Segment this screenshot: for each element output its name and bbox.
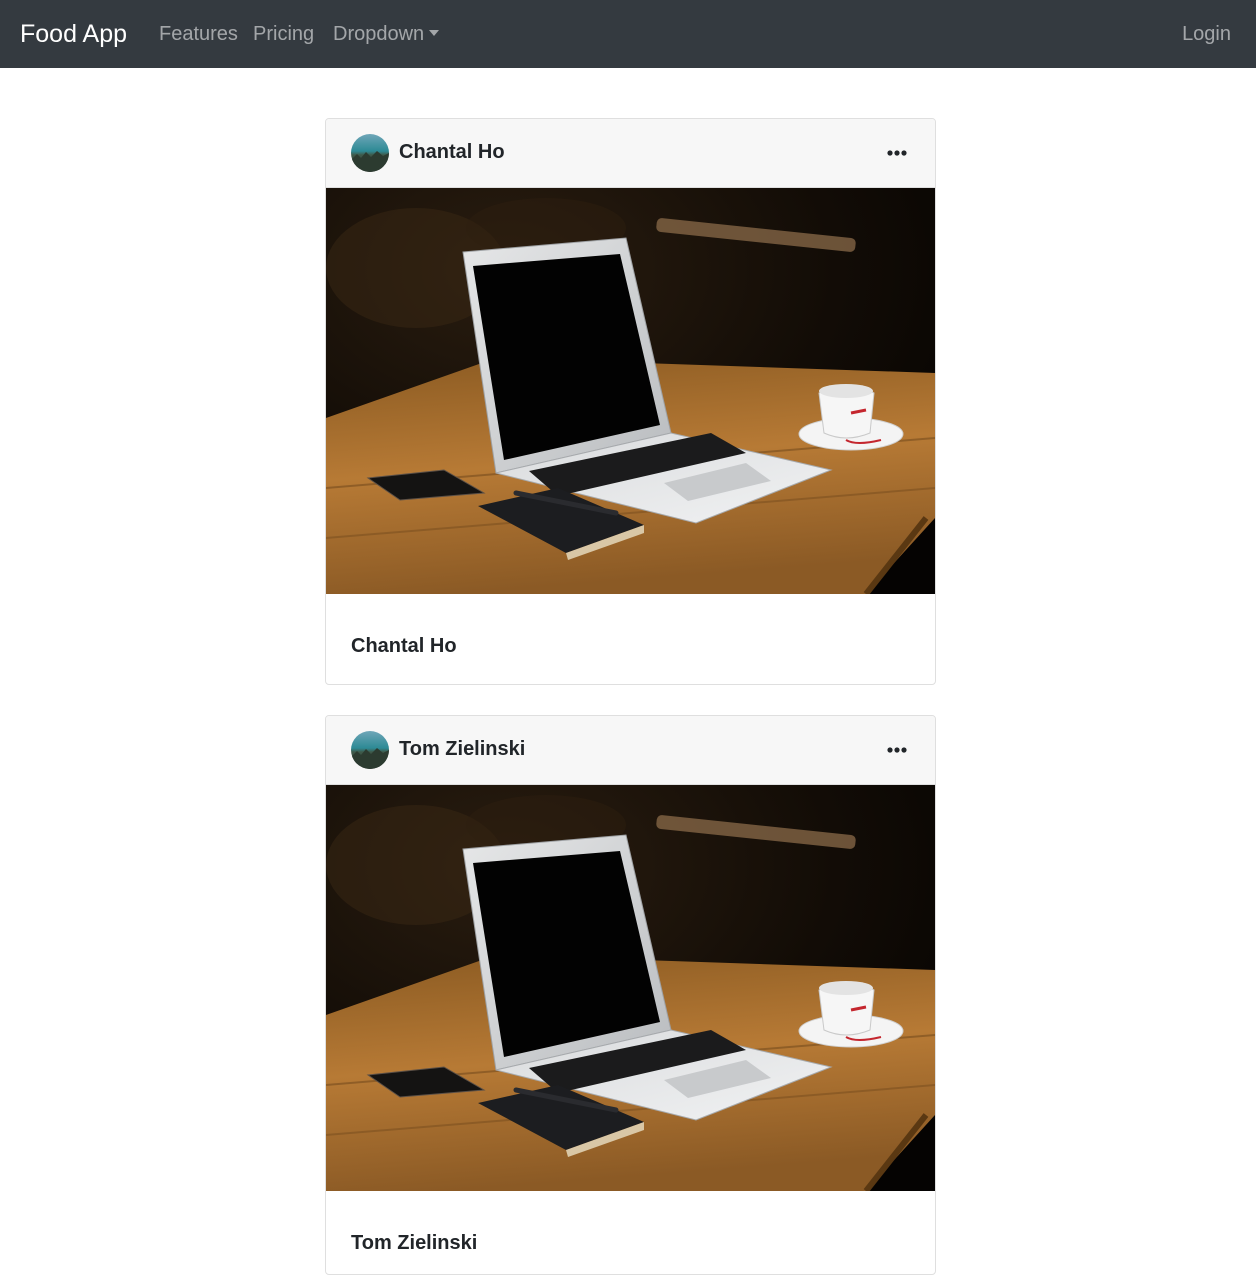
post-body: Chantal Ho xyxy=(326,594,935,684)
more-options-button[interactable] xyxy=(885,738,909,762)
more-horizontal-icon xyxy=(887,150,907,156)
post-caption: Tom Zielinski xyxy=(351,1232,478,1254)
nav-dropdown-label: Dropdown xyxy=(333,23,425,45)
nav-link-features[interactable]: Features xyxy=(159,22,238,46)
post-author-name[interactable]: Tom Zielinski xyxy=(399,737,525,761)
nav-dropdown-toggle[interactable]: Dropdown xyxy=(333,22,440,46)
post-image xyxy=(326,785,935,1191)
post-header: Tom Zielinski xyxy=(326,716,935,785)
avatar[interactable] xyxy=(351,134,389,172)
more-horizontal-icon xyxy=(887,747,907,753)
top-navbar: Food App Features Pricing Dropdown Login xyxy=(0,0,1256,68)
nav-link-pricing[interactable]: Pricing xyxy=(253,22,314,46)
post-card: Chantal Ho Chantal Ho xyxy=(325,118,936,685)
more-options-button[interactable] xyxy=(885,141,909,165)
post-body: Tom Zielinski xyxy=(326,1191,935,1274)
post-caption: Chantal Ho xyxy=(351,635,457,657)
post-header: Chantal Ho xyxy=(326,119,935,188)
avatar[interactable] xyxy=(351,731,389,769)
post-image xyxy=(326,188,935,594)
caret-down-icon xyxy=(429,30,440,36)
login-link[interactable]: Login xyxy=(1182,22,1231,46)
post-card: Tom Zielinski Tom Zielinski xyxy=(325,715,936,1275)
post-author-name[interactable]: Chantal Ho xyxy=(399,140,505,164)
brand-link[interactable]: Food App xyxy=(20,18,127,50)
